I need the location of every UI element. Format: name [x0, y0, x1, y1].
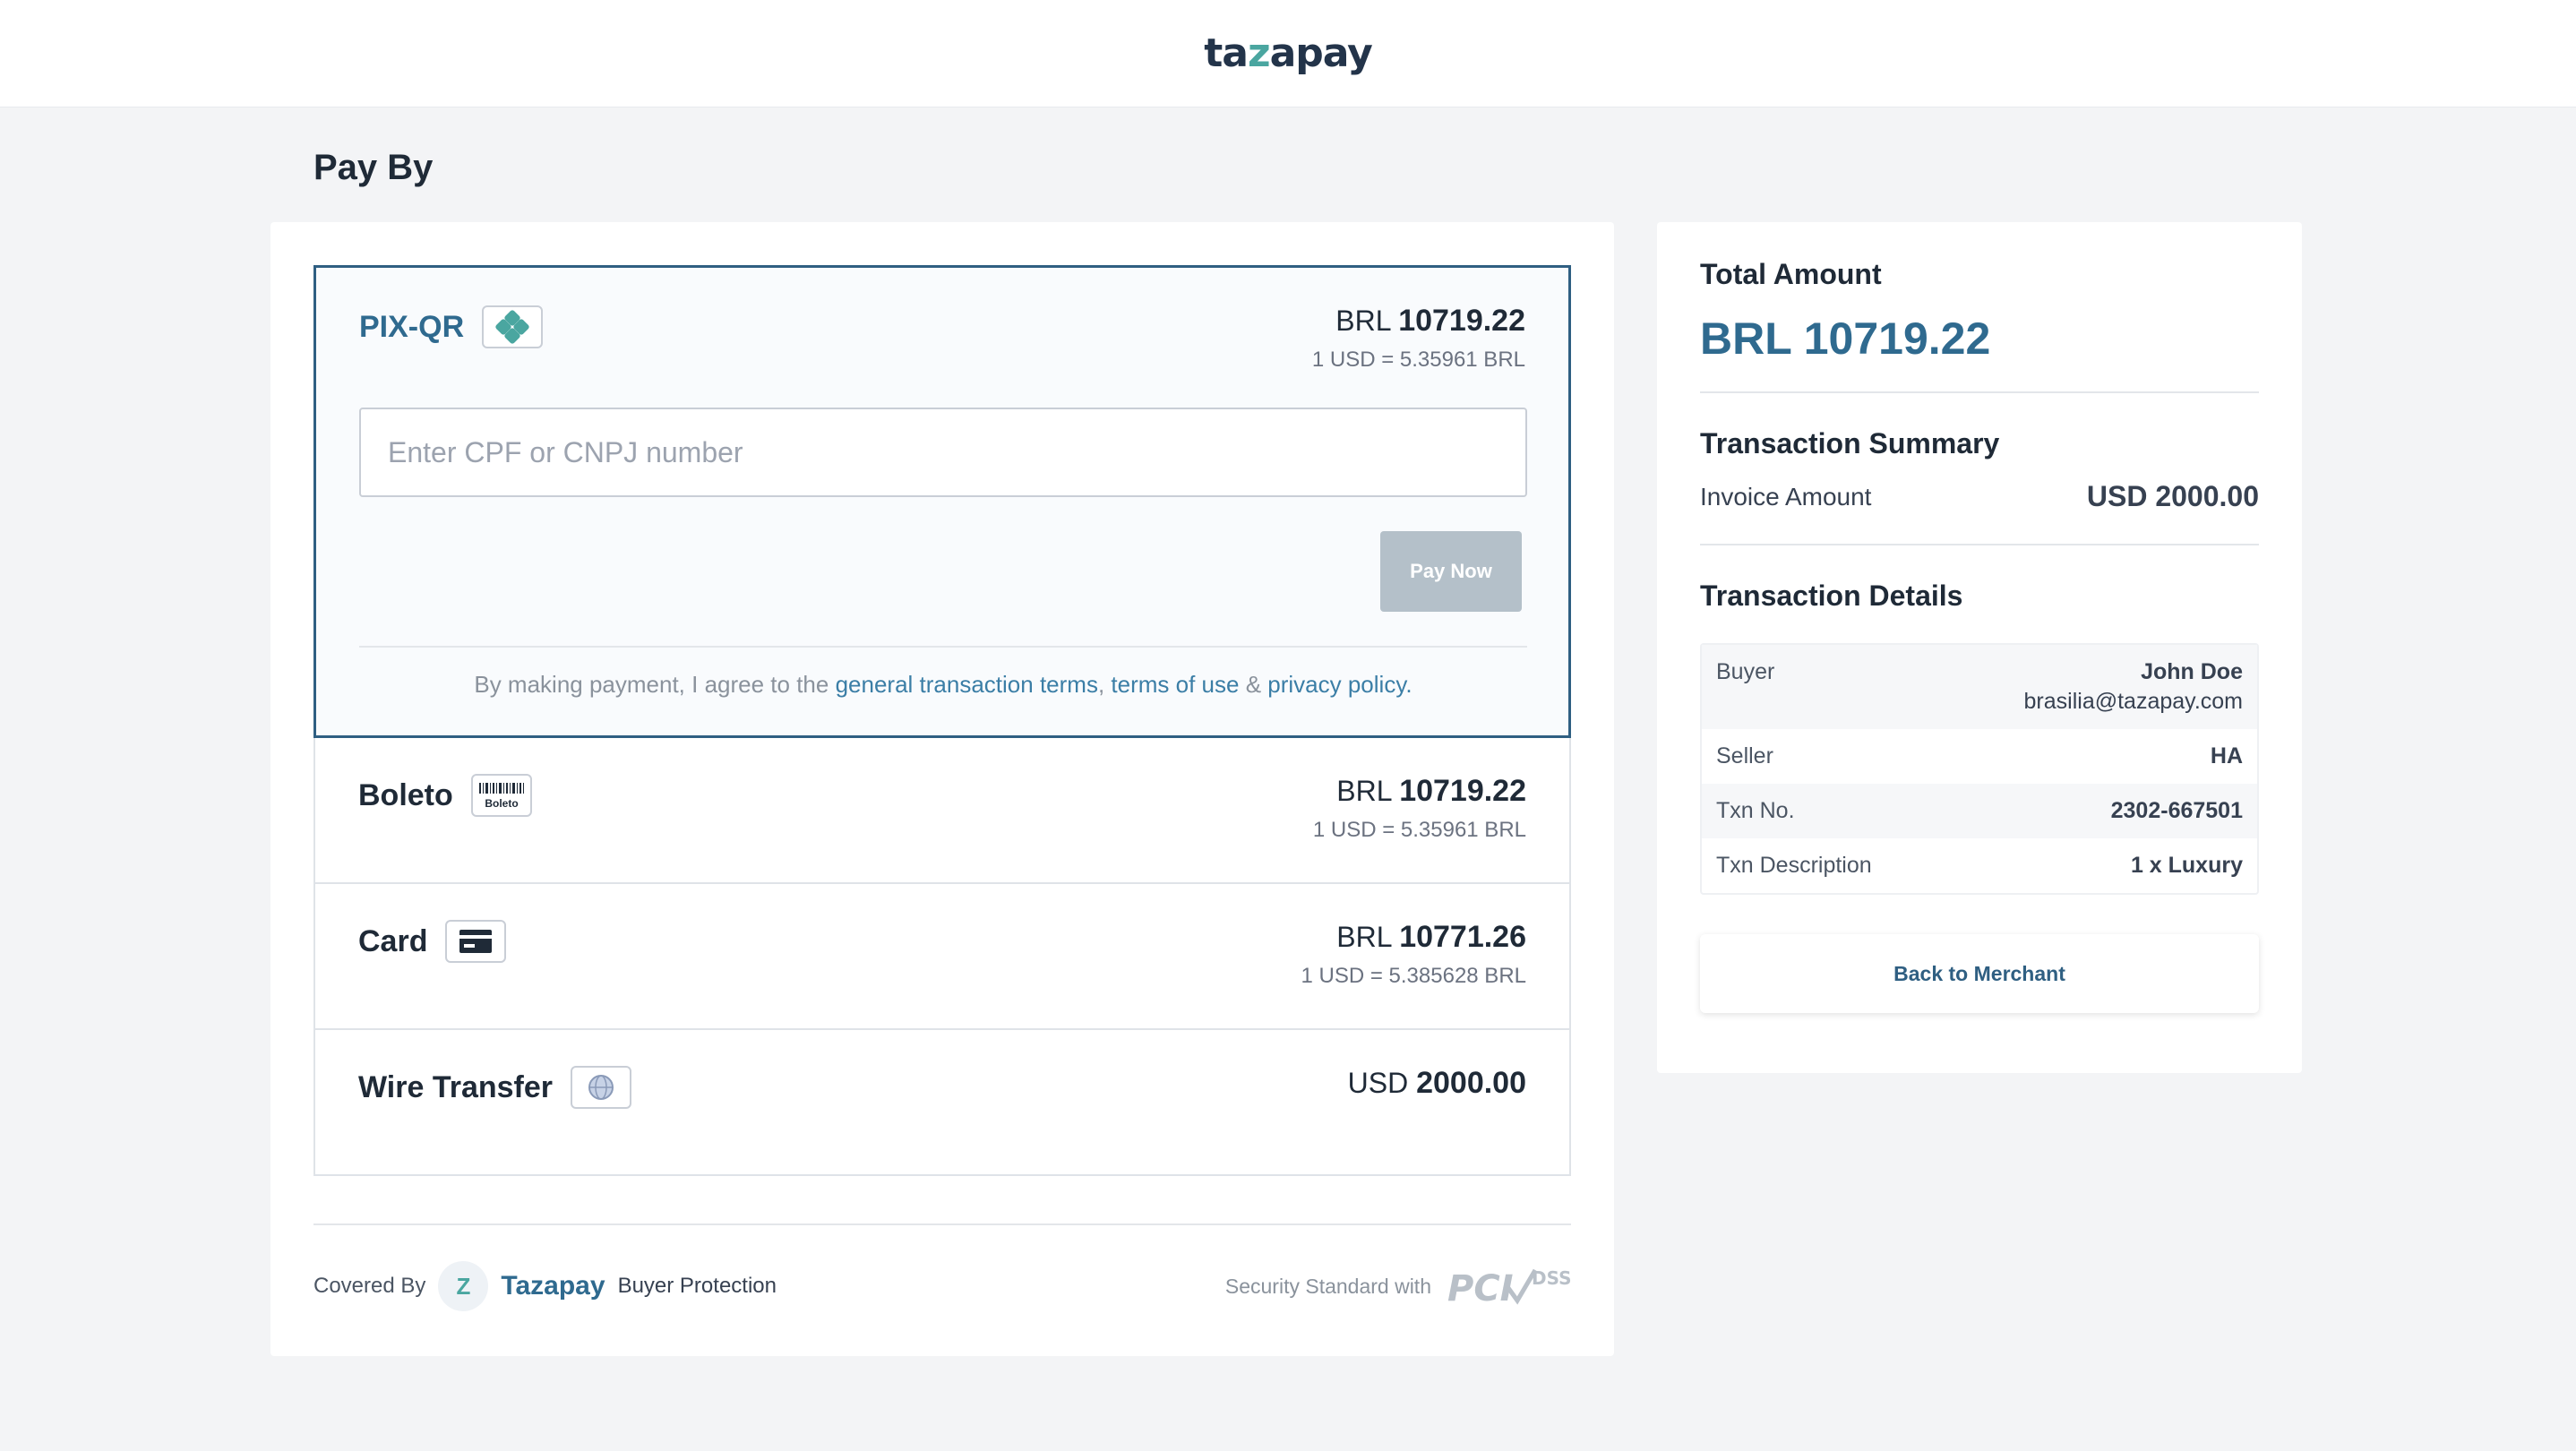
- tazapay-badge-icon: Z: [438, 1261, 489, 1311]
- payment-method-list: PIX-QR BRL 10719.22 1 USD = 5.35961 BRL: [313, 265, 1571, 1176]
- detail-row-txn-no: Txn No. 2302-667501: [1702, 784, 2257, 838]
- security-label: Security Standard with: [1224, 1274, 1431, 1298]
- invoice-amount-row: Invoice Amount USD 2000.00: [1700, 480, 2259, 513]
- tazapay-brand: Tazapay: [501, 1271, 605, 1301]
- detail-label: Txn No.: [1716, 798, 1795, 823]
- detail-row-txn-description: Txn Description 1 x Luxury: [1702, 838, 2257, 893]
- tazapay-logo[interactable]: tazapay: [1204, 30, 1373, 76]
- buyer-protection-label: Buyer Protection: [617, 1274, 777, 1298]
- detail-value: 1 x Luxury: [2130, 853, 2243, 878]
- invoice-amount-label: Invoice Amount: [1700, 482, 1872, 511]
- payment-method-pix-qr[interactable]: PIX-QR BRL 10719.22 1 USD = 5.35961 BRL: [313, 265, 1571, 738]
- detail-value: John Doe brasilia@tazapay.com: [2023, 659, 2243, 714]
- card-icon: [445, 920, 507, 963]
- divider: [1700, 544, 2259, 545]
- svg-text:DSS: DSS: [1532, 1267, 1571, 1289]
- payment-method-card[interactable]: Card BRL 10771.26 1 USD = 5.385628 BRL: [313, 884, 1571, 1030]
- footer-divider: [313, 1223, 1571, 1225]
- barcode-icon: Boleto: [470, 774, 532, 817]
- amount-value: 10771.26: [1399, 920, 1526, 954]
- privacy-policy-link[interactable]: privacy policy: [1267, 671, 1405, 698]
- method-amount: BRL 10771.26 1 USD = 5.385628 BRL: [1301, 920, 1527, 988]
- pix-icon: [482, 305, 544, 348]
- detail-value: 2302-667501: [2110, 798, 2243, 823]
- method-amount: BRL 10719.22 1 USD = 5.35961 BRL: [1312, 774, 1526, 842]
- amount-value: 10719.22: [1399, 774, 1526, 808]
- payment-method-wire-transfer[interactable]: Wire Transfer USD 2000.00: [313, 1030, 1571, 1176]
- method-name: Card: [358, 923, 428, 958]
- exchange-rate: 1 USD = 5.35961 BRL: [1312, 818, 1526, 842]
- detail-value: HA: [2210, 743, 2243, 768]
- total-amount-value: BRL 10719.22: [1700, 313, 1991, 364]
- covered-by-label: Covered By: [313, 1274, 426, 1298]
- method-name: Boleto: [358, 777, 453, 812]
- divider: [1700, 391, 2259, 393]
- top-bar: tazapay: [0, 0, 2576, 107]
- method-amount: USD 2000.00: [1347, 1066, 1526, 1100]
- payment-method-boleto[interactable]: Boleto Boleto BRL 10719.22 1 USD = 5.359…: [313, 738, 1571, 884]
- page-title: Pay By: [313, 148, 434, 187]
- transaction-details-table: Buyer John Doe brasilia@tazapay.com Selle…: [1700, 643, 2259, 895]
- method-name: PIX-QR: [359, 309, 465, 344]
- pci-dss-logo-icon: PCI DSS: [1447, 1267, 1571, 1309]
- amount-value: 2000.00: [1416, 1066, 1526, 1100]
- svg-text:Boleto: Boleto: [485, 797, 518, 810]
- method-name: Wire Transfer: [358, 1069, 553, 1104]
- terms-of-use-link[interactable]: terms of use: [1111, 671, 1239, 698]
- invoice-amount-value: USD 2000.00: [2086, 480, 2259, 512]
- pay-now-button[interactable]: Pay Now: [1380, 531, 1522, 612]
- detail-row-buyer: Buyer John Doe brasilia@tazapay.com: [1702, 645, 2257, 729]
- exchange-rate: 1 USD = 5.35961 BRL: [1311, 348, 1525, 372]
- transaction-summary-title: Transaction Summary: [1700, 427, 2000, 459]
- amount-value: 10719.22: [1398, 304, 1525, 338]
- detail-label: Buyer: [1716, 659, 1775, 684]
- cpf-cnpj-input[interactable]: [359, 408, 1527, 497]
- detail-label: Seller: [1716, 743, 1773, 768]
- back-to-merchant-button[interactable]: Back to Merchant: [1700, 934, 2259, 1013]
- detail-label: Txn Description: [1716, 853, 1872, 878]
- method-amount: BRL 10719.22 1 USD = 5.35961 BRL: [1311, 304, 1525, 372]
- detail-row-seller: Seller HA: [1702, 729, 2257, 784]
- payment-methods-card: PIX-QR BRL 10719.22 1 USD = 5.35961 BRL: [270, 222, 1614, 1356]
- buyer-protection: Covered By Z Tazapay Buyer Protection: [313, 1259, 777, 1313]
- buyer-email: brasilia@tazapay.com: [2023, 689, 2243, 714]
- terms-text: By making payment, I agree to the genera…: [474, 671, 1413, 698]
- general-terms-link[interactable]: general transaction terms: [836, 671, 1098, 698]
- transaction-summary-card: Total Amount BRL 10719.22 Transaction Su…: [1657, 222, 2302, 1073]
- divider: [359, 646, 1527, 648]
- svg-text:PCI: PCI: [1447, 1268, 1514, 1309]
- security-standard: Security Standard with PCI DSS: [1225, 1259, 1571, 1313]
- exchange-rate: 1 USD = 5.385628 BRL: [1301, 964, 1527, 988]
- globe-icon: [571, 1066, 631, 1109]
- transaction-details-title: Transaction Details: [1700, 580, 1963, 612]
- total-amount-label: Total Amount: [1700, 258, 1882, 290]
